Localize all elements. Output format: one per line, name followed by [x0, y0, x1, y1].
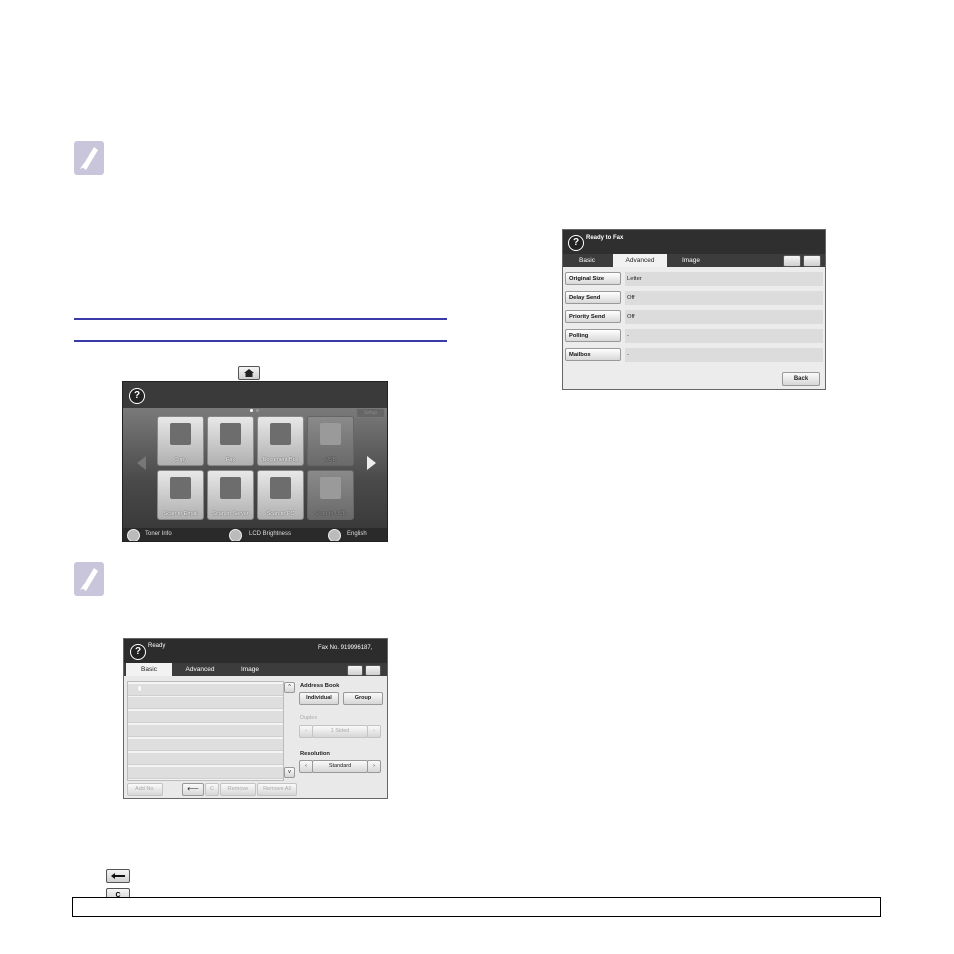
status-text: Ready: [148, 643, 166, 649]
duplex-next-button[interactable]: ›: [367, 725, 381, 738]
help-icon[interactable]: ?: [130, 644, 146, 660]
fax-number: Fax No. 919996187,: [318, 645, 373, 651]
note-icon: [74, 141, 104, 175]
next-page-arrow-icon[interactable]: [367, 456, 376, 470]
tab-advanced[interactable]: Advanced: [613, 254, 667, 267]
tile-scan-to-pc[interactable]: Scan to PC: [257, 470, 304, 520]
polling-value: -: [625, 329, 823, 343]
tile-scan-to-usb[interactable]: Scan to USB: [307, 470, 354, 520]
help-icon[interactable]: ?: [129, 388, 145, 404]
list-item[interactable]: ▮: [128, 684, 283, 696]
section-rule-bottom: [74, 340, 447, 342]
tile-fax[interactable]: Fax: [207, 416, 254, 466]
list-item[interactable]: [128, 725, 283, 737]
backspace-button[interactable]: ⟵: [182, 783, 204, 796]
scan-usb-icon: [320, 477, 341, 499]
list-item[interactable]: [128, 767, 283, 779]
individual-button[interactable]: Individual: [299, 692, 339, 705]
scan-pc-icon: [270, 477, 291, 499]
list-item[interactable]: [128, 753, 283, 765]
list-item[interactable]: [128, 739, 283, 751]
address-book-label: Address Book: [300, 683, 340, 689]
original-size-value: Letter: [625, 272, 823, 286]
scan-email-icon: [170, 477, 191, 499]
backspace-key-icon: [106, 869, 130, 883]
scroll-down-button[interactable]: v: [284, 767, 295, 778]
help-icon[interactable]: ?: [568, 235, 584, 251]
language-label[interactable]: English: [347, 531, 367, 537]
fax-basic-screen: ? Ready Fax No. 919996187, Basic Advance…: [123, 638, 388, 799]
delay-send-value: Off: [625, 291, 823, 305]
tile-scan-to-email[interactable]: Scan to Email: [157, 470, 204, 520]
toner-info-label[interactable]: Toner Info: [145, 531, 172, 537]
home-key-icon: [238, 366, 260, 380]
back-arrow-icon: ⟵: [187, 784, 199, 793]
send-fax-icon[interactable]: [347, 665, 363, 676]
original-size-button[interactable]: Original Size: [565, 272, 621, 285]
row-delay-send: Delay Send Off: [563, 289, 825, 307]
tab-basic[interactable]: Basic: [565, 254, 609, 267]
setup-button[interactable]: Setup: [356, 408, 385, 418]
tab-basic[interactable]: Basic: [126, 663, 172, 676]
polling-button[interactable]: Polling: [565, 329, 621, 342]
brightness-icon[interactable]: [229, 529, 242, 541]
resolution-value[interactable]: Standard: [312, 760, 368, 773]
duplex-label: Duplex: [300, 715, 318, 721]
send-fax-icon[interactable]: [783, 255, 801, 267]
row-mailbox: Mailbox -: [563, 346, 825, 364]
toner-icon[interactable]: [127, 529, 140, 541]
page-footer-box: [72, 897, 881, 917]
prev-page-arrow-icon[interactable]: [137, 456, 146, 470]
add-number-button[interactable]: Add No.: [127, 783, 163, 796]
tab-image[interactable]: Image: [228, 663, 272, 676]
row-polling: Polling -: [563, 327, 825, 345]
resolution-prev-button[interactable]: ‹: [299, 760, 313, 773]
language-globe-icon[interactable]: [328, 529, 341, 541]
mailbox-value: -: [625, 348, 823, 362]
tile-copy[interactable]: Copy: [157, 416, 204, 466]
document-box-icon: [270, 423, 291, 445]
tile-usb[interactable]: USB: [307, 416, 354, 466]
fax-icon: [220, 423, 241, 445]
resolution-label: Resolution: [300, 751, 330, 757]
delay-send-button[interactable]: Delay Send: [565, 291, 621, 304]
note-icon: [74, 562, 104, 596]
back-button[interactable]: Back: [782, 372, 820, 386]
row-priority-send: Priority Send Off: [563, 308, 825, 326]
duplex-value[interactable]: 1 Sided: [312, 725, 368, 738]
tab-image[interactable]: Image: [669, 254, 713, 267]
list-item[interactable]: [128, 711, 283, 723]
duplex-prev-button[interactable]: ‹: [299, 725, 313, 738]
priority-send-value: Off: [625, 310, 823, 324]
scroll-up-button[interactable]: ^: [284, 682, 295, 693]
lcd-brightness-label[interactable]: LCD Brightness: [249, 531, 291, 537]
input-cursor: ▮: [138, 686, 142, 692]
home-icon[interactable]: [803, 255, 821, 267]
scan-server-icon: [220, 477, 241, 499]
group-button[interactable]: Group: [343, 692, 383, 705]
home-screen: ? Setup Copy Fax Document Box USB Scan t…: [122, 381, 388, 542]
copier-icon: [170, 423, 191, 445]
remove-button[interactable]: Remove: [220, 783, 256, 796]
resolution-next-button[interactable]: ›: [367, 760, 381, 773]
row-original-size: Original Size Letter: [563, 270, 825, 288]
status-text: Ready to Fax: [586, 235, 624, 241]
home-icon[interactable]: [365, 665, 381, 676]
tile-document-box[interactable]: Document Box: [257, 416, 304, 466]
tab-advanced[interactable]: Advanced: [174, 663, 226, 676]
number-list: ▮: [127, 681, 284, 781]
fax-advanced-screen: ? Ready to Fax Basic Advanced Image Orig…: [562, 229, 826, 390]
mailbox-button[interactable]: Mailbox: [565, 348, 621, 361]
usb-icon: [320, 423, 341, 445]
clear-button[interactable]: C: [205, 783, 219, 796]
section-rule-top: [74, 318, 447, 320]
tile-scan-to-server[interactable]: Scan to Server: [207, 470, 254, 520]
home-status-bar: Toner Info LCD Brightness English: [123, 528, 387, 541]
remove-all-button[interactable]: Remove All: [257, 783, 297, 796]
priority-send-button[interactable]: Priority Send: [565, 310, 621, 323]
list-item[interactable]: [128, 697, 283, 709]
